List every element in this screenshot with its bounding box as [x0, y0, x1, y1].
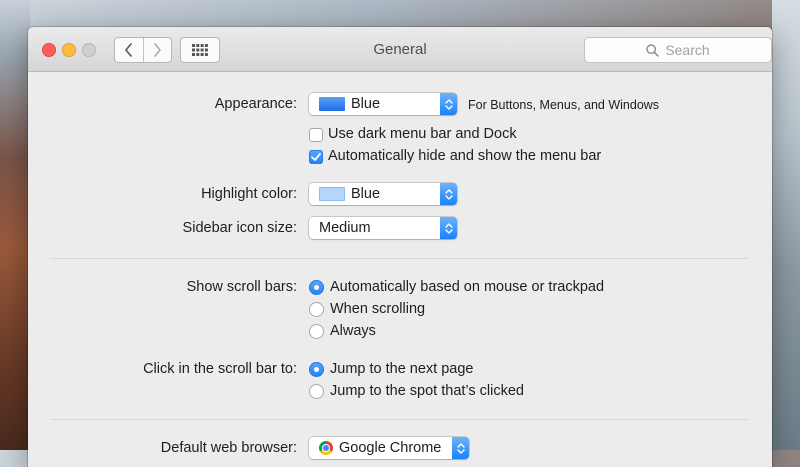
- highlight-color-label: Highlight color:: [201, 186, 297, 202]
- updown-chevron-icon: [444, 188, 453, 200]
- search-field[interactable]: Search: [584, 37, 772, 63]
- browser-stepper: [452, 437, 469, 459]
- sidebar-icon-size-label: Sidebar icon size:: [182, 220, 297, 236]
- chrome-icon: [319, 441, 333, 455]
- auto-hide-menu-checkbox[interactable]: [309, 150, 323, 164]
- appearance-label: Appearance:: [214, 96, 297, 112]
- highlight-swatch: [319, 187, 345, 201]
- search-placeholder: Search: [665, 42, 710, 58]
- sidebar-icon-size-value: Medium: [319, 220, 371, 236]
- dark-menu-label: Use dark menu bar and Dock: [328, 126, 517, 142]
- scroll-bars-always-label: Always: [330, 323, 376, 339]
- scroll-bars-auto-label: Automatically based on mouse or trackpad: [330, 279, 605, 295]
- title-bar: General Search: [28, 27, 772, 72]
- appearance-popup[interactable]: Blue: [309, 93, 457, 115]
- scroll-click-next-page-radio[interactable]: [309, 362, 324, 377]
- scroll-click-spot-label: Jump to the spot that’s clicked: [330, 383, 524, 399]
- highlight-color-value: Blue: [351, 186, 381, 202]
- section-divider: [50, 419, 748, 420]
- auto-hide-menu-label: Automatically hide and show the menu bar: [328, 148, 602, 164]
- highlight-color-popup[interactable]: Blue: [309, 183, 457, 205]
- scroll-click-next-page-label: Jump to the next page: [330, 361, 474, 377]
- scroll-bars-always-radio[interactable]: [309, 324, 324, 339]
- scroll-bars-auto-radio[interactable]: [309, 280, 324, 295]
- preferences-window: General Search Appearance: Blue For Butt…: [28, 27, 772, 467]
- appearance-swatch: [319, 97, 345, 111]
- sidebar-icon-stepper: [440, 217, 457, 239]
- desktop-wallpaper-left: [0, 0, 30, 450]
- show-scroll-bars-label: Show scroll bars:: [186, 279, 297, 295]
- updown-chevron-icon: [444, 222, 453, 234]
- desktop-wallpaper-right: [772, 0, 800, 450]
- section-divider: [50, 258, 748, 259]
- checkmark-icon: [311, 152, 321, 161]
- default-browser-value: Google Chrome: [339, 440, 442, 456]
- scroll-click-spot-radio[interactable]: [309, 384, 324, 399]
- default-browser-popup[interactable]: Google Chrome: [309, 437, 469, 459]
- scroll-bars-when-scrolling-radio[interactable]: [309, 302, 324, 317]
- dark-menu-checkbox[interactable]: [309, 128, 323, 142]
- appearance-stepper: [440, 93, 457, 115]
- appearance-note: For Buttons, Menus, and Windows: [468, 98, 660, 112]
- scroll-bars-when-scrolling-label: When scrolling: [330, 301, 426, 317]
- updown-chevron-icon: [456, 442, 465, 454]
- appearance-value: Blue: [351, 96, 381, 112]
- highlight-stepper: [440, 183, 457, 205]
- updown-chevron-icon: [444, 98, 453, 110]
- default-browser-label: Default web browser:: [160, 440, 297, 456]
- sidebar-icon-size-popup[interactable]: Medium: [309, 217, 457, 239]
- scroll-click-label: Click in the scroll bar to:: [143, 361, 297, 377]
- search-icon: [646, 43, 660, 57]
